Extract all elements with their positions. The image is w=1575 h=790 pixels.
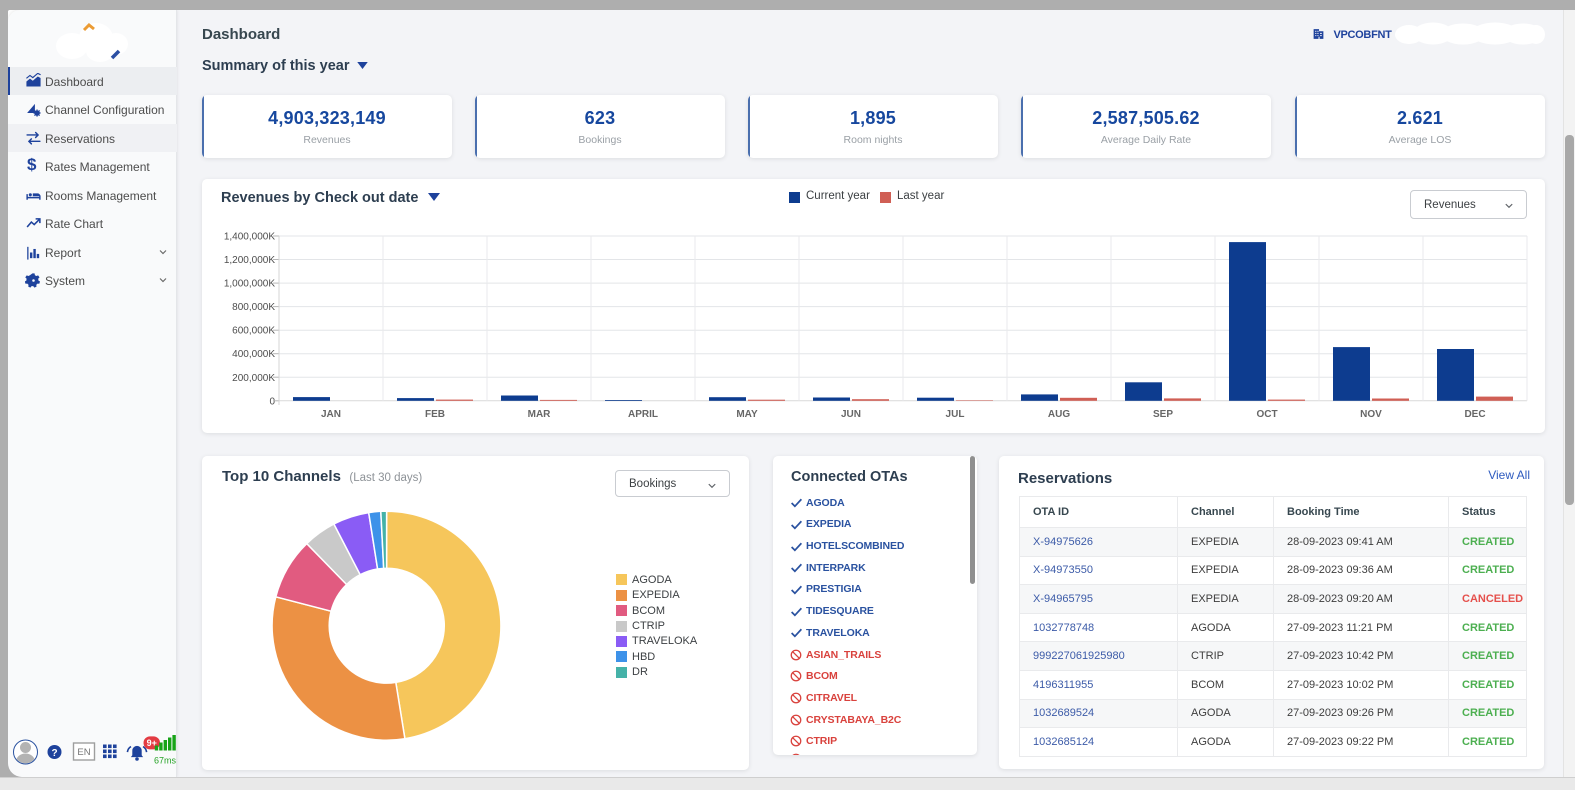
svg-text:OCT: OCT: [1256, 409, 1277, 420]
svg-text:1,200,000K: 1,200,000K: [224, 255, 275, 266]
svg-text:67ms: 67ms: [154, 756, 177, 766]
svg-text:1,400,000K: 1,400,000K: [224, 232, 275, 243]
svg-text:JUL: JUL: [946, 409, 965, 420]
svg-text:800,000K: 800,000K: [232, 302, 275, 313]
svg-text:SEP: SEP: [1153, 409, 1173, 420]
svg-text:JAN: JAN: [321, 409, 341, 420]
svg-text:MAR: MAR: [528, 409, 552, 420]
svg-text:0: 0: [269, 396, 275, 407]
svg-text:200,000K: 200,000K: [232, 373, 275, 384]
svg-text:?: ?: [51, 748, 57, 759]
svg-text:MAY: MAY: [736, 409, 758, 420]
svg-text:JUN: JUN: [841, 409, 861, 420]
svg-text:EN: EN: [77, 747, 90, 758]
svg-text:NOV: NOV: [1360, 409, 1382, 420]
svg-text:400,000K: 400,000K: [232, 349, 275, 360]
svg-text:1,000,000K: 1,000,000K: [224, 279, 275, 290]
svg-text:DEC: DEC: [1464, 409, 1485, 420]
svg-text:600,000K: 600,000K: [232, 326, 275, 337]
svg-text:FEB: FEB: [425, 409, 445, 420]
svg-text:APRIL: APRIL: [628, 409, 658, 420]
svg-text:AUG: AUG: [1048, 409, 1070, 420]
